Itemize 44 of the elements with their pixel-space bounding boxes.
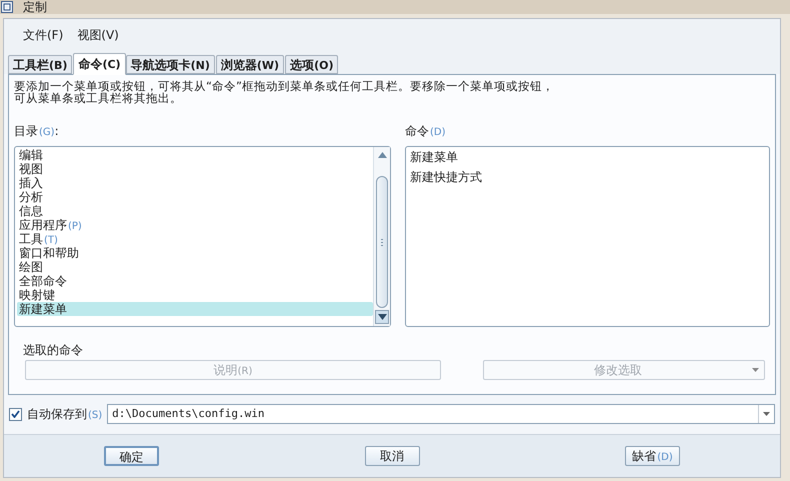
catalog-item[interactable]: 绘图 <box>17 260 373 274</box>
selected-command-label: 选取的命令 <box>23 342 84 359</box>
catalog-item[interactable]: 窗口和帮助 <box>17 246 373 260</box>
tab[interactable]: 选项(O) <box>285 55 338 74</box>
instructions-text: 要添加一个菜单项或按钮，可将其从“命令”框拖动到菜单条或任何工具栏。要移除一个菜单项或按钮， <box>14 80 555 92</box>
tab[interactable]: 导航选项卡(N) <box>126 55 215 74</box>
instructions-text: 可从菜单条或工具栏将其拖出。 <box>14 92 182 104</box>
autosave-label: 自动保存到(S) <box>27 406 102 423</box>
dropdown-arrow-icon[interactable] <box>763 412 770 416</box>
autosave-checkbox[interactable] <box>9 408 22 420</box>
catalog-item[interactable]: 信息 <box>17 204 373 218</box>
catalog-item[interactable]: 分析 <box>17 190 373 204</box>
commands-list[interactable]: 新建菜单 新建快捷方式 <box>405 146 770 327</box>
tab[interactable]: 浏览器(W) <box>216 55 284 74</box>
catalog-item[interactable]: 插入 <box>17 176 373 190</box>
catalog-item[interactable]: 视图 <box>17 162 373 176</box>
checkmark-icon <box>11 410 20 418</box>
dropdown-arrow-icon <box>752 368 759 372</box>
tab[interactable]: 工具栏(B) <box>8 55 72 74</box>
catalog-item[interactable]: 编辑 <box>17 148 373 162</box>
menu-item[interactable]: 视图(V) <box>77 26 119 44</box>
catalog-item[interactable]: 映射键 <box>17 288 373 302</box>
catalog-item[interactable]: 应用程序(P) <box>17 218 373 232</box>
autosave-path-field[interactable]: d:\Documents\config.win <box>107 404 775 424</box>
scroll-thumb[interactable] <box>376 176 388 308</box>
scroll-up-icon[interactable] <box>378 152 386 158</box>
command-item[interactable]: 新建快捷方式 <box>410 170 769 184</box>
dialog-button[interactable]: 缺省(D) <box>625 446 680 466</box>
catalog-item[interactable]: 工具(T) <box>17 232 373 246</box>
window-title: 定制 <box>23 1 47 13</box>
catalog-label: 目录(G): <box>14 123 60 140</box>
command-item[interactable]: 新建菜单 <box>410 150 769 164</box>
catalog-item[interactable]: 全部命令 <box>17 274 373 288</box>
tab[interactable]: 命令(C) <box>73 53 126 75</box>
dialog-button[interactable]: 确定 <box>104 446 159 466</box>
catalog-list[interactable]: 编辑 视图 插入 分析 信息 应用程序(P) 工具(T) 窗口和帮助 绘图 全部命令 映射键 新建菜单 <box>14 146 391 327</box>
dialog-button[interactable]: 取消 <box>364 446 420 466</box>
catalog-item[interactable]: 新建菜单 <box>17 302 373 316</box>
scrollbar[interactable] <box>373 147 390 326</box>
window-icon <box>1 1 13 13</box>
scroll-down-button[interactable] <box>375 310 389 324</box>
menu-item[interactable]: 文件(F) <box>23 26 64 44</box>
scroll-down-icon <box>378 314 386 320</box>
commands-label: 命令(D) <box>405 123 447 140</box>
